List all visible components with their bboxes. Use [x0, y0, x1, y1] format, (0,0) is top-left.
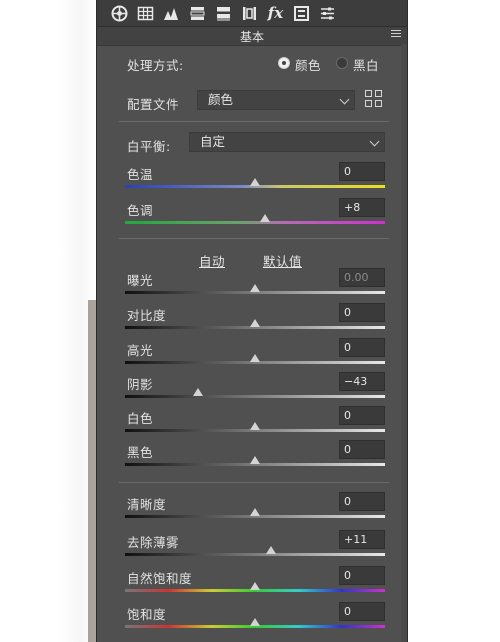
split-toning-icon[interactable] [215, 5, 232, 22]
slider-thumb[interactable] [265, 546, 276, 554]
panel-title-bar: 基本 [97, 26, 407, 46]
slider-label: 阴影 [127, 377, 154, 392]
treatment-bw-radio[interactable] [336, 57, 348, 69]
slider-value-field[interactable]: 0 [339, 440, 385, 459]
panel-title: 基本 [239, 30, 264, 44]
camera-aperture-icon[interactable] [111, 5, 128, 22]
slider-label: 对比度 [127, 308, 167, 323]
calibration-icon[interactable] [293, 5, 310, 22]
slider-value-field[interactable]: −43 [339, 372, 385, 391]
slider-label: 高光 [127, 343, 154, 358]
default-button[interactable]: 默认值 [263, 251, 302, 270]
slider-label: 清晰度 [127, 497, 167, 512]
slider-value-field[interactable]: 0 [339, 492, 385, 511]
profile-label: 配置文件 [127, 97, 180, 112]
background-canvas-edge [0, 0, 96, 642]
effects-fx-icon[interactable]: fx [267, 4, 284, 22]
slider-value-field[interactable]: 0 [339, 303, 385, 322]
slider-label: 色调 [127, 203, 154, 218]
divider [119, 238, 389, 239]
slider-value-field[interactable]: +11 [339, 530, 385, 549]
slider-label: 自然饱和度 [127, 571, 193, 586]
slider-value-field[interactable]: 0.00 [339, 268, 385, 287]
slider-label: 白色 [127, 411, 154, 426]
profile-value: 颜色 [208, 92, 234, 107]
presets-sliders-icon[interactable] [319, 5, 336, 22]
slider-thumb[interactable] [250, 456, 260, 464]
slider-thumb[interactable] [250, 319, 260, 327]
slider-value-field[interactable]: 0 [339, 566, 385, 585]
slider-thumb[interactable] [250, 354, 260, 362]
slider-thumb[interactable] [250, 582, 260, 590]
lens-corrections-icon[interactable] [241, 5, 258, 22]
tone-curve-grid-icon[interactable] [137, 5, 154, 22]
slider-value-field[interactable]: 0 [339, 406, 385, 425]
white-balance-label: 白平衡: [127, 139, 171, 154]
treatment-color-label[interactable]: 颜色 [295, 55, 321, 74]
auto-button[interactable]: 自动 [199, 251, 225, 270]
white-balance-value: 自定 [200, 134, 226, 149]
treatment-bw-label[interactable]: 黑白 [353, 55, 379, 74]
slider-thumb[interactable] [260, 214, 271, 222]
chevron-down-icon [339, 94, 350, 105]
slider-track[interactable] [125, 553, 385, 556]
divider [119, 121, 389, 122]
slider-thumb[interactable] [250, 422, 260, 430]
slider-thumb[interactable] [250, 618, 260, 626]
slider-value-field[interactable]: +8 [339, 198, 385, 217]
slider-label: 黑色 [127, 445, 154, 460]
divider [119, 482, 389, 483]
panel-menu-icon[interactable] [391, 30, 401, 40]
slider-label: 色温 [127, 167, 154, 182]
canvas-shadow [88, 300, 96, 642]
hsl-icon[interactable] [189, 5, 206, 22]
slider-track[interactable] [125, 395, 385, 398]
slider-value-field[interactable]: 0 [339, 162, 385, 181]
profile-browser-grid-icon[interactable] [365, 90, 383, 108]
detail-triangles-icon[interactable] [163, 5, 180, 22]
panel-scrollbar[interactable] [401, 44, 407, 642]
basic-panel: fx 基本 处理方式: 颜色 黑白 配置文件 颜色 白平衡: 自定 色温 0 色调 +… [96, 0, 408, 642]
panel-toolbar: fx [97, 0, 407, 26]
chevron-down-icon [369, 136, 380, 147]
slider-thumb[interactable] [250, 178, 260, 186]
slider-value-field[interactable]: 0 [339, 602, 385, 621]
slider-value-field[interactable]: 0 [339, 338, 385, 357]
slider-label: 去除薄雾 [127, 535, 180, 550]
slider-label: 饱和度 [127, 607, 167, 622]
slider-thumb[interactable] [250, 284, 260, 292]
treatment-label: 处理方式: [127, 58, 184, 73]
profile-dropdown[interactable]: 颜色 [197, 90, 355, 110]
slider-track[interactable] [125, 221, 385, 224]
slider-thumb[interactable] [192, 388, 203, 396]
treatment-color-radio[interactable] [278, 57, 290, 69]
slider-label: 曝光 [127, 273, 154, 288]
white-balance-dropdown[interactable]: 自定 [189, 132, 385, 152]
slider-thumb[interactable] [250, 508, 260, 516]
background-right [407, 0, 500, 642]
